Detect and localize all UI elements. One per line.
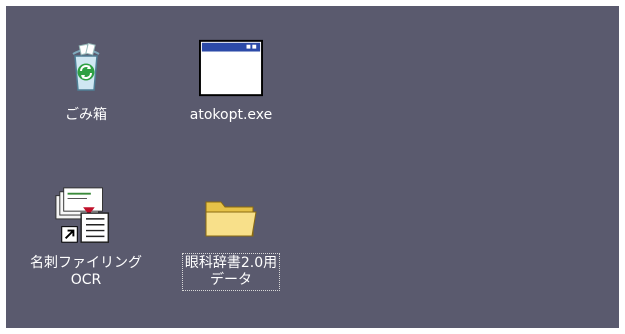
application-window-icon <box>199 36 263 100</box>
ophthalmology-dictionary-folder-label: 眼科辞書2.0用 データ <box>181 253 281 291</box>
atokopt-exe-label: atokopt.exe <box>189 107 273 123</box>
desktop: ごみ箱 atokopt.exe 名刺ファイリング OCR 眼科辞書2.0用 デー… <box>6 6 619 328</box>
card-filing-ocr-label: 名刺ファイリング OCR <box>30 255 142 288</box>
recycle-bin-label: ごみ箱 <box>65 107 107 123</box>
folder-icon <box>199 184 263 248</box>
atokopt-exe[interactable]: atokopt.exe <box>166 36 296 125</box>
card-filing-ocr-shortcut[interactable]: 名刺ファイリング OCR <box>21 184 151 290</box>
recycle-bin-icon <box>54 36 118 100</box>
card-filing-shortcut-icon <box>54 184 118 248</box>
recycle-bin[interactable]: ごみ箱 <box>21 36 151 125</box>
ophthalmology-dictionary-folder[interactable]: 眼科辞書2.0用 データ <box>166 184 296 291</box>
